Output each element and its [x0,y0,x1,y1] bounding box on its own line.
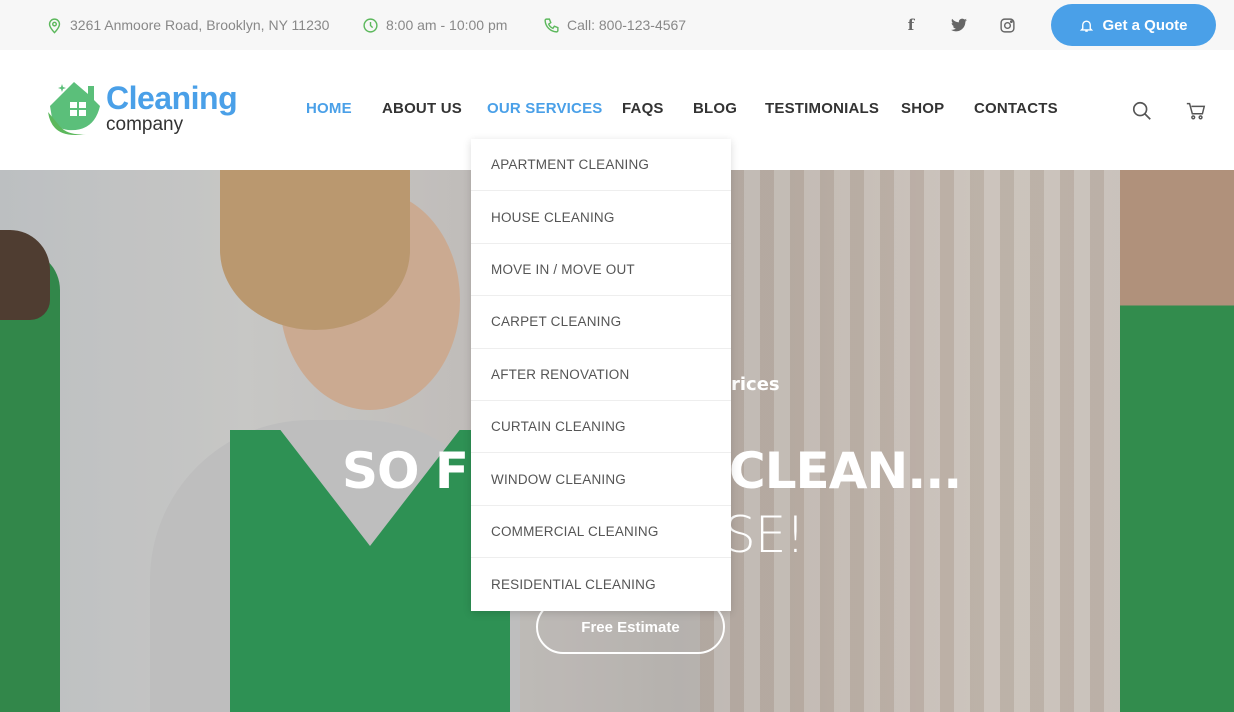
phone[interactable]: Call: 800-123-4567 [543,0,686,50]
hero-title-right: CLEAN... [729,442,962,500]
nav-blog[interactable]: BLOG [693,100,737,117]
logo[interactable]: Cleaning company [46,78,256,142]
dropdown-item-carpet-cleaning[interactable]: CARPET CLEANING [471,296,731,349]
nav-testimonials[interactable]: TESTIMONIALS [765,100,879,117]
hero-subtitle: rices [731,374,780,395]
instagram-icon[interactable] [997,15,1017,35]
dropdown-item-commercial-cleaning[interactable]: COMMERCIAL CLEANING [471,506,731,559]
get-a-quote-button[interactable]: Get a Quote [1051,4,1216,46]
dropdown-item-house-cleaning[interactable]: HOUSE CLEANING [471,191,731,244]
location-pin-icon [48,17,61,34]
nav-home[interactable]: HOME [306,100,352,117]
nav-our-services[interactable]: OUR SERVICES [487,100,603,117]
nav-faqs[interactable]: FAQS [622,100,664,117]
dropdown-item-move-in-move-out[interactable]: MOVE IN / MOVE OUT [471,244,731,297]
logo-subtitle: company [106,114,184,135]
dropdown-item-curtain-cleaning[interactable]: CURTAIN CLEANING [471,401,731,454]
nav-shop[interactable]: SHOP [901,100,944,117]
dropdown-item-residential-cleaning[interactable]: RESIDENTIAL CLEANING [471,558,731,610]
twitter-icon[interactable] [949,15,969,35]
cart-icon[interactable] [1185,100,1207,122]
nav-about-us[interactable]: ABOUT US [382,100,462,117]
logo-wordmark: Cleaning [106,80,238,116]
clock-icon [363,17,378,33]
hero-title-line2: SE! [724,506,805,564]
hours: 8:00 am - 10:00 pm [362,0,507,50]
logo-house-icon [48,82,100,136]
facebook-icon[interactable]: f [901,15,921,35]
dropdown-item-after-renovation[interactable]: AFTER RENOVATION [471,349,731,401]
dropdown-item-apartment-cleaning[interactable]: APARTMENT CLEANING [471,139,731,192]
search-icon[interactable] [1131,100,1153,122]
top-bar: 3261 Anmoore Road, Brooklyn, NY 11230 8:… [0,0,1234,50]
nav-contacts[interactable]: CONTACTS [974,100,1058,117]
services-dropdown: APARTMENT CLEANING HOUSE CLEANING MOVE I… [471,139,731,611]
dropdown-item-window-cleaning[interactable]: WINDOW CLEANING [471,453,731,506]
bell-icon [1080,19,1094,32]
address: 3261 Anmoore Road, Brooklyn, NY 11230 [46,0,329,50]
phone-icon [544,17,559,33]
